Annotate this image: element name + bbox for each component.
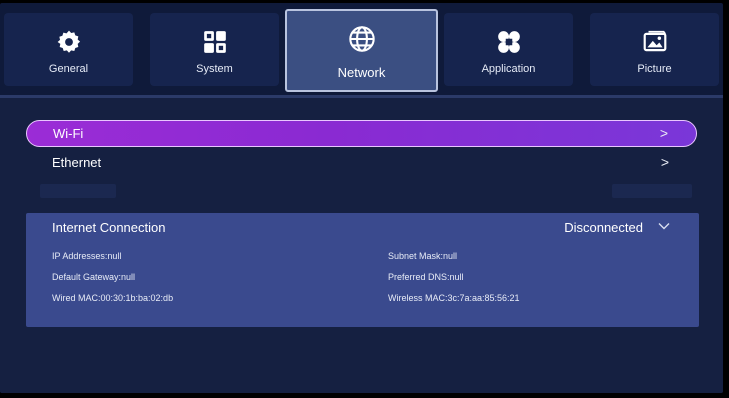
tab-label: Network bbox=[337, 65, 386, 80]
tab-label: Application bbox=[481, 63, 536, 75]
preferred-dns: Preferred DNS:null bbox=[388, 272, 464, 282]
tv-settings-screen: General System Network Application Pictu… bbox=[0, 0, 729, 398]
tab-general[interactable]: General bbox=[4, 13, 133, 86]
connection-status: Disconnected bbox=[564, 220, 643, 235]
picture-icon bbox=[643, 30, 666, 52]
tab-application[interactable]: Application bbox=[444, 13, 573, 86]
apps-clover-icon bbox=[497, 31, 520, 53]
chevron-down-icon[interactable] bbox=[657, 219, 671, 233]
internet-connection-title: Internet Connection bbox=[52, 220, 166, 235]
wireless-mac: Wireless MAC:3c:7a:aa:85:56:21 bbox=[388, 293, 520, 303]
subnet-mask: Subnet Mask:null bbox=[388, 251, 458, 261]
chevron-right-icon: > bbox=[659, 125, 668, 141]
menu-item-label: Wi-Fi bbox=[53, 126, 84, 141]
gear-icon bbox=[57, 30, 80, 53]
network-settings-panel: Wi-Fi > Ethernet > Internet Connection D… bbox=[0, 98, 723, 393]
settings-frame: General System Network Application Pictu… bbox=[0, 3, 723, 393]
tab-system[interactable]: System bbox=[150, 13, 279, 86]
tab-picture[interactable]: Picture bbox=[590, 13, 719, 86]
tab-label: System bbox=[196, 63, 233, 75]
tab-label: General bbox=[48, 63, 89, 75]
menu-item-ethernet[interactable]: Ethernet > bbox=[26, 149, 697, 176]
internet-connection-panel[interactable]: Internet Connection Disconnected IP Addr… bbox=[26, 213, 699, 327]
chevron-right-icon: > bbox=[660, 154, 669, 170]
tab-network[interactable]: Network bbox=[285, 9, 438, 92]
globe-icon bbox=[348, 26, 375, 52]
menu-item-wifi[interactable]: Wi-Fi > bbox=[26, 120, 697, 147]
system-grid-icon bbox=[203, 31, 226, 53]
hidden-menu-item-placeholder bbox=[40, 184, 116, 198]
ip-address: IP Addresses:null bbox=[52, 251, 122, 261]
menu-item-label: Ethernet bbox=[52, 155, 102, 170]
tab-label: Picture bbox=[637, 63, 672, 75]
hidden-menu-item-placeholder bbox=[612, 184, 692, 198]
default-gateway: Default Gateway:null bbox=[52, 272, 136, 282]
wired-mac: Wired MAC:00:30:1b:ba:02:db bbox=[52, 293, 174, 303]
